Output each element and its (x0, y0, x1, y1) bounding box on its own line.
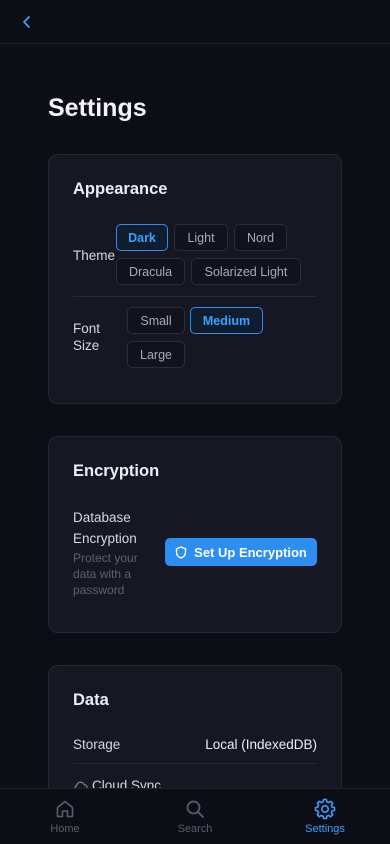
back-button[interactable] (16, 11, 38, 33)
search-icon (186, 800, 204, 818)
theme-option-light[interactable]: Light (174, 224, 228, 251)
cloud-sync-label: Cloud Sync (92, 778, 162, 788)
set-up-encryption-label: Set Up Encryption (194, 544, 307, 560)
theme-option-solarized-light[interactable]: Solarized Light (191, 258, 301, 285)
gear-icon (314, 798, 336, 820)
font-size-option-large[interactable]: Large (127, 341, 185, 368)
storage-label: Storage (73, 737, 121, 752)
nav-search-label: Search (177, 823, 213, 835)
bottom-navigation: Home Search Settings (0, 788, 390, 844)
top-bar (0, 0, 390, 44)
theme-option-nord[interactable]: Nord (234, 224, 287, 251)
nav-search[interactable]: Search (155, 789, 235, 844)
appearance-divider (73, 296, 317, 297)
storage-value: Local (IndexedDB) (205, 737, 317, 752)
settings-scroll-area[interactable]: Settings Appearance Theme Dark Light Nor… (0, 44, 390, 788)
nav-home[interactable]: Home (25, 789, 105, 844)
chevron-left-icon (23, 15, 30, 28)
cloud-sync-row[interactable]: Cloud Sync (73, 778, 161, 788)
theme-option-dracula[interactable]: Dracula (116, 258, 185, 285)
font-size-label: Font Size (73, 321, 101, 353)
data-divider (73, 763, 317, 764)
font-size-option-medium[interactable]: Medium (190, 307, 263, 334)
encryption-title: Encryption (73, 462, 160, 480)
cloud-icon (74, 781, 88, 788)
appearance-card: Appearance Theme Dark Light Nord Dracula… (48, 154, 342, 404)
shield-icon (175, 545, 187, 559)
data-title: Data (73, 691, 109, 709)
nav-settings[interactable]: Settings (285, 789, 365, 844)
nav-settings-label: Settings (305, 823, 345, 835)
theme-option-dark[interactable]: Dark (116, 224, 168, 251)
nav-home-label: Home (50, 823, 80, 835)
page-title: Settings (48, 94, 147, 122)
database-encryption-description: Protect your data with a password (73, 551, 138, 597)
home-icon (56, 800, 74, 818)
set-up-encryption-button[interactable]: Set Up Encryption (165, 538, 317, 566)
theme-label: Theme (73, 248, 116, 263)
data-card: Data Storage Local (IndexedDB) Cloud Syn… (48, 665, 342, 788)
encryption-card: Encryption Database Encryption Protect y… (48, 436, 342, 633)
database-encryption-label: Database Encryption (73, 510, 137, 546)
font-size-option-small[interactable]: Small (127, 307, 185, 334)
appearance-title: Appearance (73, 180, 168, 198)
